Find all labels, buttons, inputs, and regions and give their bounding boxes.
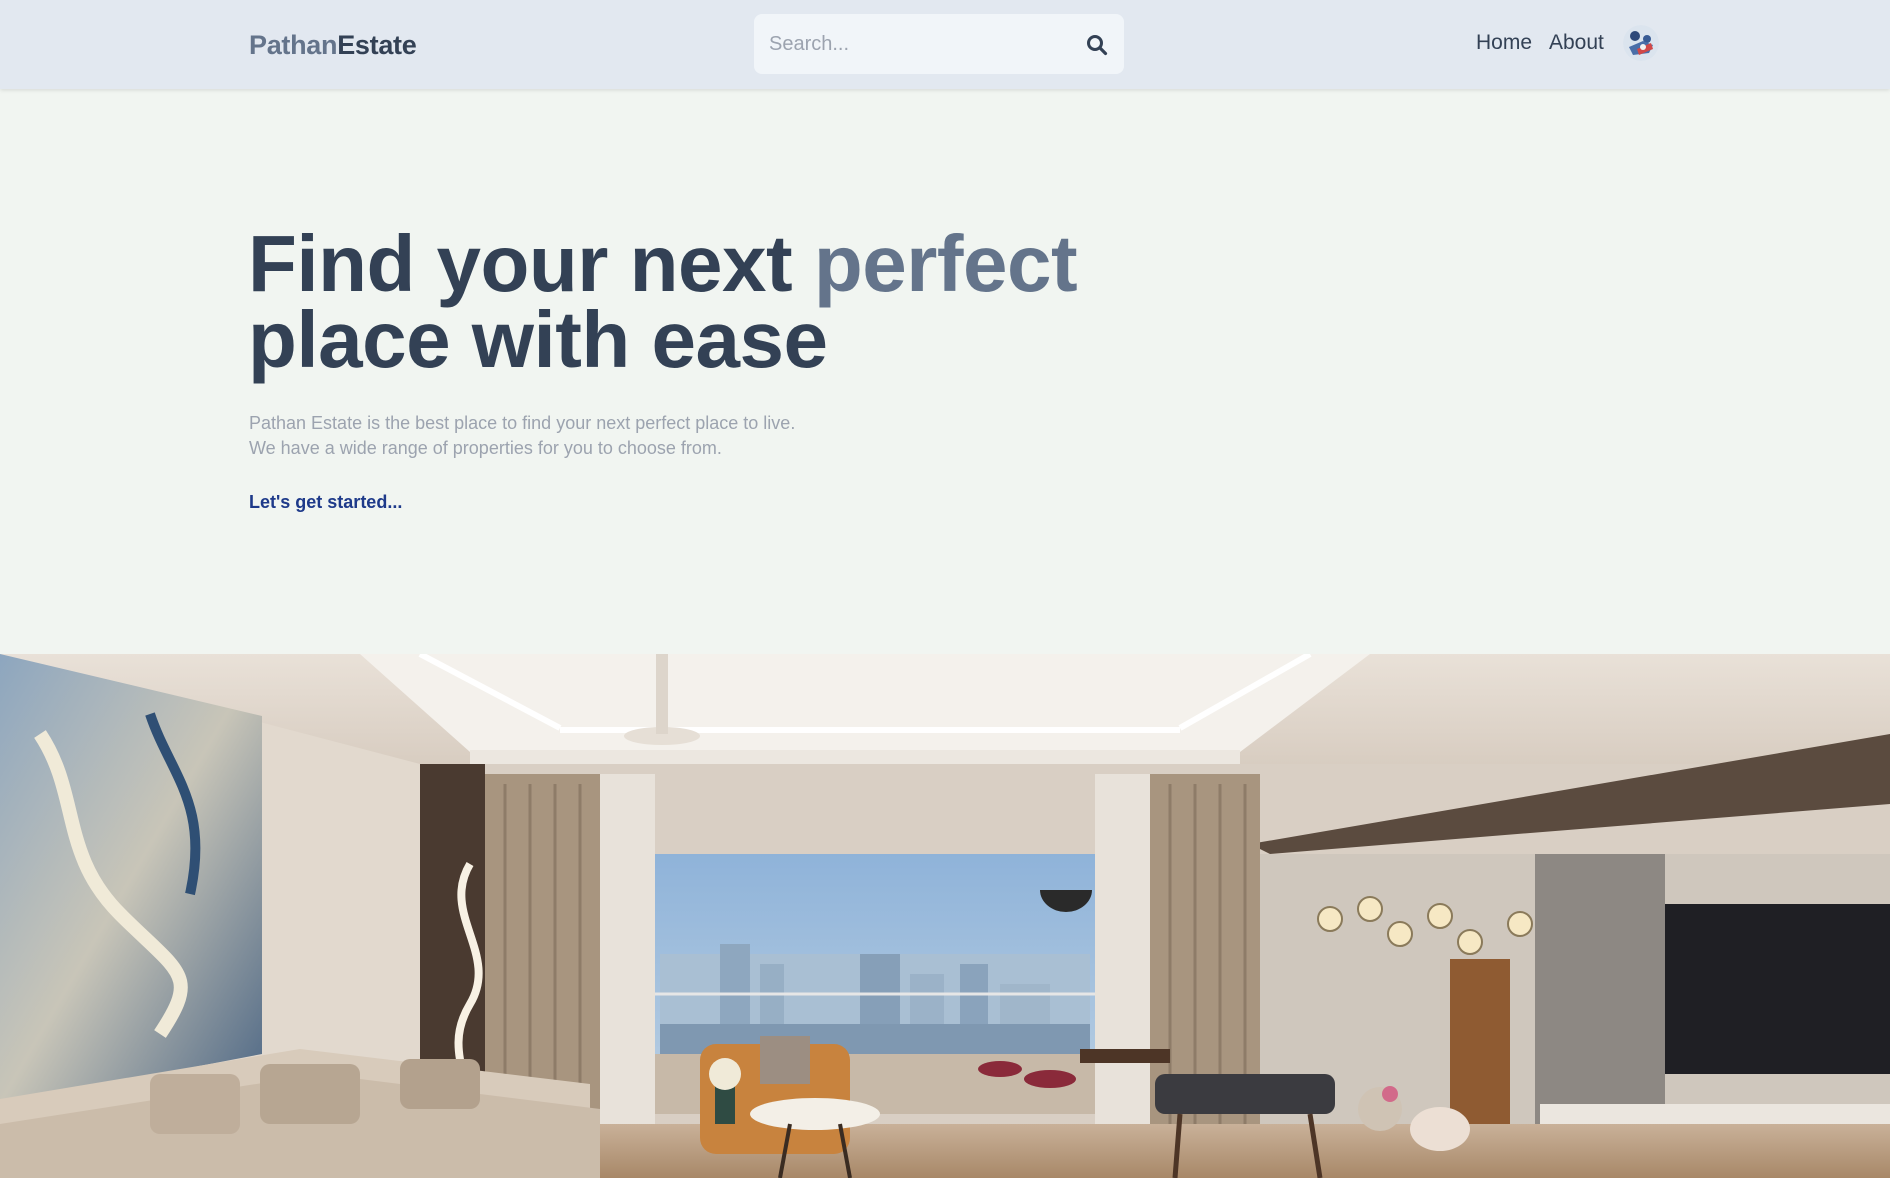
hero-description: Pathan Estate is the best place to find …	[249, 411, 795, 461]
site-header: PathanEstate Home About	[0, 0, 1890, 89]
hero-description-line1: Pathan Estate is the best place to find …	[249, 413, 796, 433]
hero-title-accent: perfect	[813, 219, 1078, 308]
search-input[interactable]	[754, 14, 1064, 74]
site-logo[interactable]: PathanEstate	[249, 30, 417, 61]
logo-part1: Pathan	[249, 30, 338, 60]
hero-title-part2: place with ease	[248, 295, 828, 384]
search-icon[interactable]	[1085, 33, 1109, 57]
hero-description-line2: We have a wide range of properties for y…	[249, 438, 722, 458]
logo-part2: Estate	[337, 30, 417, 60]
get-started-link[interactable]: Let's get started...	[249, 492, 402, 513]
avatar[interactable]	[1623, 25, 1659, 61]
hero-image	[0, 654, 1890, 1178]
nav-about-link[interactable]: About	[1549, 31, 1604, 55]
hero-title: Find your next perfect place with ease	[248, 224, 1078, 380]
search-form	[754, 14, 1124, 74]
nav-home-link[interactable]: Home	[1476, 31, 1532, 55]
